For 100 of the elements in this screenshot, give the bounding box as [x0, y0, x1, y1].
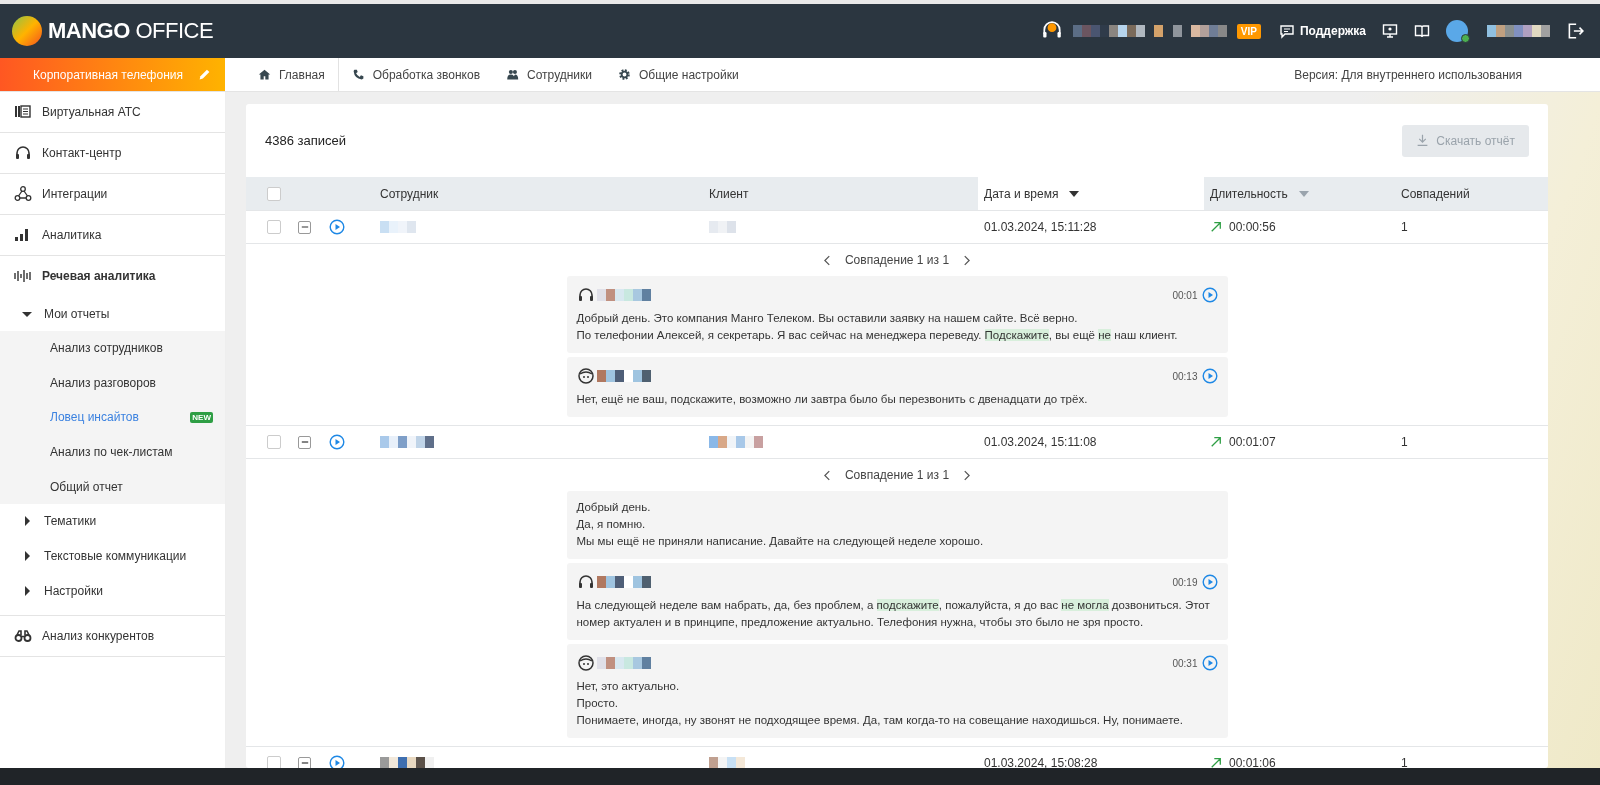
sidebar-item[interactable]: Анализ конкурентов — [0, 615, 225, 657]
timestamp: 00:01 — [1172, 289, 1198, 301]
blurred-text — [380, 221, 416, 233]
minus-icon — [300, 223, 309, 231]
records-count: 4386 записей — [265, 133, 346, 148]
sidebar-item[interactable]: Контакт-центр — [0, 133, 225, 174]
nav-tab[interactable]: Общие настройки — [605, 67, 752, 82]
column-header[interactable]: Длительность — [1210, 186, 1288, 201]
blurred-text — [709, 221, 736, 233]
table-cell: 01.03.2024, 15:11:08 — [984, 435, 1097, 449]
transcript-line: Мы мы ещё не приняли написание. Давайте на следующей неделе хорошо. — [576, 534, 985, 549]
sidebar-item[interactable]: Общий отчет — [50, 479, 123, 494]
transcript-line: Понимаете, иногда, ну звонят не подходящее время. Да, там когда-то на совещание находишься. Ну, понимаете. — [576, 713, 1184, 728]
nav-tab[interactable]: Сотрудники — [493, 67, 606, 82]
transcript-line: Нет, это актуально. — [576, 679, 681, 694]
sidebar-item[interactable]: Ловец инсайтов — [50, 410, 139, 425]
new-badge: NEW — [190, 412, 213, 423]
headset-icon — [14, 144, 32, 162]
match-counter: Совпадение 1 из 1 — [844, 253, 950, 267]
chat-icon — [1278, 23, 1295, 39]
pencil-icon — [198, 68, 211, 81]
play-icon[interactable] — [1201, 287, 1218, 303]
pbx-icon — [14, 103, 32, 121]
transcript-line: Да, я помню. — [576, 517, 647, 532]
play-icon[interactable] — [329, 755, 345, 768]
timestamp: 00:31 — [1172, 657, 1198, 669]
sidebar-item[interactable]: Анализ сотрудников — [50, 341, 163, 356]
blurred-text — [380, 757, 434, 768]
headset-icon — [576, 573, 595, 591]
blurred-text — [596, 576, 651, 588]
play-icon[interactable] — [329, 219, 345, 235]
sidebar-item[interactable]: Анализ по чек-листам — [50, 445, 173, 460]
version-text: Версия: Для внутреннего использования — [1294, 67, 1522, 82]
play-icon[interactable] — [1201, 574, 1218, 590]
blurred-text — [1172, 25, 1227, 37]
sidebar-item[interactable]: Аналитика — [0, 215, 225, 256]
caret-right-icon — [22, 551, 32, 562]
people-icon — [506, 68, 520, 81]
headset-icon — [576, 286, 595, 304]
face-icon — [576, 654, 595, 672]
logo-text: MANGO OFFICE — [48, 18, 214, 44]
sidebar-item[interactable]: Настройки — [0, 573, 225, 609]
blurred-text — [596, 370, 651, 382]
nav-tab[interactable]: Обработка звонков — [338, 67, 494, 82]
table-cell: 01.03.2024, 15:08:28 — [984, 756, 1098, 768]
column-header[interactable]: Совпадений — [1401, 186, 1470, 201]
home-icon — [258, 68, 271, 81]
online-dot — [1461, 34, 1470, 43]
transcript-line: Добрый день. Это компания Манго Телеком. Вы оставили заявку на нашем сайте. Всё верно. — [576, 311, 1079, 326]
sidebar-item[interactable]: Речевая аналитика — [0, 256, 225, 296]
checkbox[interactable] — [267, 220, 281, 234]
nav-tab[interactable]: Главная — [258, 67, 338, 82]
logout-icon — [1566, 22, 1584, 40]
chevron-left-icon — [823, 254, 831, 266]
chevron-left-icon — [823, 469, 831, 481]
table-cell: 01.03.2024, 15:11:28 — [984, 220, 1097, 234]
sidebar-item[interactable]: Виртуальная АТС — [0, 92, 225, 133]
vip-badge: VIP — [1236, 23, 1261, 39]
transcript-line: На следующей неделе вам набрать, да, без проблем, а подскажите, пожалуйста, я до вас не могла дозвониться. Этот номер актуален и в принципе, предложение актуально. Телефония нужна, чтобы это было не зря просто. — [576, 598, 1211, 630]
sidebar-item[interactable]: Анализ разговоров — [50, 375, 156, 390]
book-icon — [1414, 23, 1430, 39]
monitor-icon — [1382, 23, 1398, 39]
sidebar-item[interactable]: Тематики — [0, 503, 225, 539]
table-cell: 00:00:56 — [1229, 220, 1276, 234]
minus-icon — [300, 759, 309, 767]
transcript-line: Нет, ещё не ваш, подскажите, возможно ли завтра было бы перезвонить с двенадцати до трёх. — [576, 392, 1089, 407]
phone-icon — [351, 68, 365, 81]
checkbox[interactable] — [267, 756, 281, 768]
checkbox[interactable] — [267, 186, 281, 201]
product-title: Корпоративная телефония — [33, 67, 183, 82]
avatar[interactable] — [1446, 20, 1468, 42]
support-link[interactable]: Поддержка — [1278, 23, 1366, 39]
column-header[interactable]: Сотрудник — [380, 186, 439, 201]
gear-icon — [618, 68, 632, 81]
outgoing-arrow-icon — [1210, 436, 1222, 448]
play-icon[interactable] — [1201, 368, 1218, 384]
blurred-text — [380, 436, 434, 448]
table-cell: 1 — [1401, 756, 1408, 768]
caret-right-icon — [22, 516, 32, 527]
column-header[interactable]: Клиент — [709, 186, 749, 201]
nodes-icon — [14, 185, 32, 203]
column-header[interactable]: Дата и время — [984, 186, 1059, 201]
minus-icon — [300, 438, 309, 446]
logo[interactable]: MANGO OFFICE — [12, 16, 214, 46]
sidebar-item[interactable]: Мои отчеты — [0, 296, 225, 331]
transcript-line: Добрый день. — [576, 500, 652, 515]
checkbox[interactable] — [267, 435, 281, 449]
play-icon[interactable] — [1201, 655, 1218, 671]
match-counter: Совпадение 1 из 1 — [844, 468, 950, 482]
sort-caret-icon — [1069, 190, 1080, 197]
play-icon[interactable] — [329, 434, 345, 450]
timestamp: 00:19 — [1172, 576, 1198, 588]
sidebar-item[interactable]: Интеграции — [0, 174, 225, 215]
table-cell: 1 — [1401, 220, 1408, 234]
face-icon — [576, 367, 595, 385]
timestamp: 00:13 — [1172, 370, 1198, 382]
collapse-button[interactable] — [298, 220, 311, 234]
collapse-button[interactable] — [298, 435, 311, 449]
sidebar-item[interactable]: Текстовые коммуникации — [0, 538, 225, 574]
table-cell: 00:01:06 — [1229, 756, 1276, 768]
